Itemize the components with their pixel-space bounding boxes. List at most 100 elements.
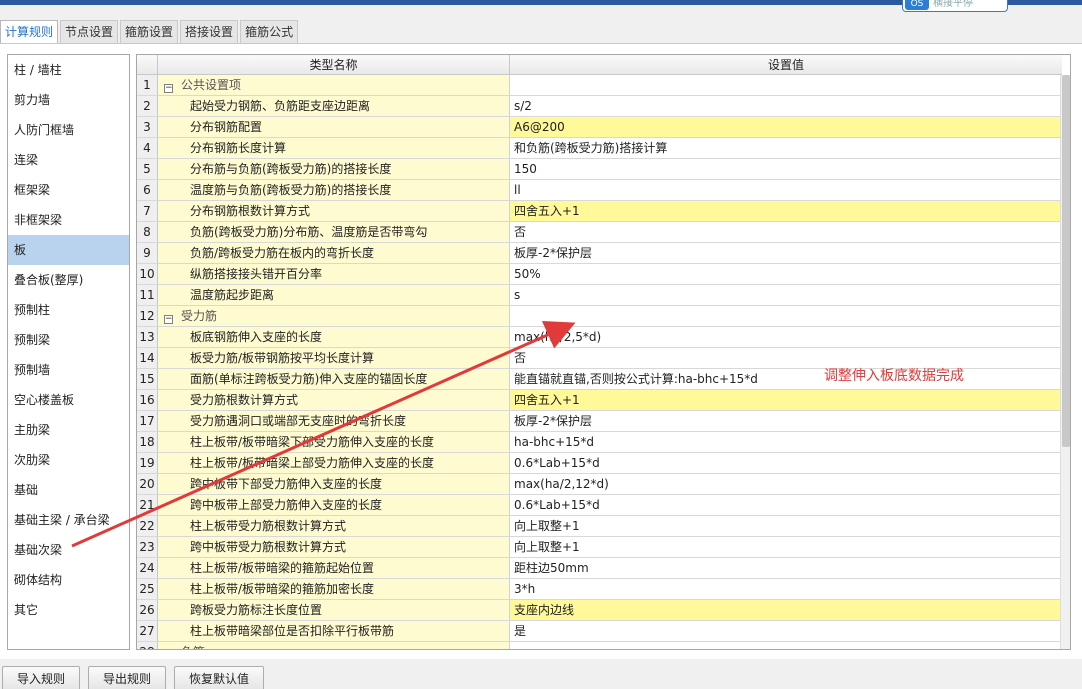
setting-value-cell[interactable]: 0.6*Lab+15*d <box>510 495 1062 515</box>
setting-value-cell[interactable]: 板厚-2*保护层 <box>510 411 1062 431</box>
type-name-text: 柱上板带/板带暗梁上部受力筋伸入支座的长度 <box>190 456 435 470</box>
table-row[interactable]: 3 分布钢筋配置 A6@200 <box>137 117 1062 138</box>
export-rules-button[interactable]: 导出规则 <box>88 666 167 689</box>
table-row[interactable]: 8 负筋(跨板受力筋)分布筋、温度筋是否带弯勾 否 <box>137 222 1062 243</box>
table-row[interactable]: 26 跨板受力筋标注长度位置 支座内边线 <box>137 600 1062 621</box>
sidebar-item[interactable]: 人防门框墙 <box>8 115 129 145</box>
sidebar-item[interactable]: 次肋梁 <box>8 445 129 475</box>
setting-value-cell[interactable]: 否 <box>510 222 1062 242</box>
table-row[interactable]: 2 起始受力钢筋、负筋距支座边距离 s/2 <box>137 96 1062 117</box>
sidebar-item[interactable]: 主肋梁 <box>8 415 129 445</box>
badge-logo-icon: OS <box>905 0 929 10</box>
collapse-icon[interactable]: − <box>164 84 173 93</box>
table-row[interactable]: 1− 公共设置项 <box>137 75 1062 96</box>
type-name-text: 温度筋起步距离 <box>190 288 275 302</box>
restore-defaults-button[interactable]: 恢复默认值 <box>174 666 265 689</box>
setting-value-cell[interactable]: 四舍五入+1 <box>510 390 1062 410</box>
table-row[interactable]: 9 负筋/跨板受力筋在板内的弯折长度 板厚-2*保护层 <box>137 243 1062 264</box>
table-row[interactable]: 22 柱上板带受力筋根数计算方式 向上取整+1 <box>137 516 1062 537</box>
setting-value-cell[interactable]: 向上取整+1 <box>510 516 1062 536</box>
table-row[interactable]: 16 受力筋根数计算方式 四舍五入+1 <box>137 390 1062 411</box>
table-row[interactable]: 6 温度筋与负筋(跨板受力筋)的搭接长度 ll <box>137 180 1062 201</box>
type-name-text: 跨中板带受力筋根数计算方式 <box>190 540 347 554</box>
sidebar-item[interactable]: 非框架梁 <box>8 205 129 235</box>
sidebar-item[interactable]: 砌体结构 <box>8 565 129 595</box>
group-header-cell[interactable]: −负筋 <box>158 642 510 649</box>
setting-value-cell[interactable]: 和负筋(跨板受力筋)搭接计算 <box>510 138 1062 158</box>
setting-value-cell[interactable] <box>510 75 1062 95</box>
table-row[interactable]: 27 柱上板带暗梁部位是否扣除平行板带筋 是 <box>137 621 1062 642</box>
setting-value-cell[interactable]: 支座内边线 <box>510 600 1062 620</box>
tab-0[interactable]: 计算规则 <box>0 20 59 44</box>
table-row[interactable]: 20 跨中板带下部受力筋伸入支座的长度 max(ha/2,12*d) <box>137 474 1062 495</box>
sidebar-item[interactable]: 空心楼盖板 <box>8 385 129 415</box>
setting-value-cell[interactable]: max(ha/2,12*d) <box>510 474 1062 494</box>
tab-4[interactable]: 箍筋公式 <box>240 20 299 43</box>
setting-value-cell[interactable]: 50% <box>510 264 1062 284</box>
table-row[interactable]: 13 板底钢筋伸入支座的长度 max(ha/2,5*d) <box>137 327 1062 348</box>
setting-value-cell[interactable] <box>510 306 1062 326</box>
table-row[interactable]: 23 跨中板带受力筋根数计算方式 向上取整+1 <box>137 537 1062 558</box>
table-row[interactable]: 7 分布钢筋根数计算方式 四舍五入+1 <box>137 201 1062 222</box>
sidebar-item[interactable]: 预制柱 <box>8 295 129 325</box>
sidebar-item[interactable]: 剪力墙 <box>8 85 129 115</box>
table-row[interactable]: 18 柱上板带/板带暗梁下部受力筋伸入支座的长度 ha-bhc+15*d <box>137 432 1062 453</box>
tab-1[interactable]: 节点设置 <box>60 20 119 43</box>
table-row[interactable]: 12− 受力筋 <box>137 306 1062 327</box>
table-row[interactable]: 24 柱上板带/板带暗梁的箍筋起始位置 距柱边50mm <box>137 558 1062 579</box>
sidebar-item[interactable]: 预制墙 <box>8 355 129 385</box>
sidebar-item[interactable]: 柱 / 墙柱 <box>8 55 129 85</box>
setting-value-cell[interactable] <box>510 642 1062 649</box>
setting-value-cell[interactable]: 是 <box>510 621 1062 641</box>
import-rules-button[interactable]: 导入规则 <box>2 666 81 689</box>
setting-value-cell[interactable]: max(ha/2,5*d) <box>510 327 1062 347</box>
setting-value-cell[interactable]: 150 <box>510 159 1062 179</box>
sidebar-item[interactable]: 基础 <box>8 475 129 505</box>
setting-value-cell[interactable]: 距柱边50mm <box>510 558 1062 578</box>
sidebar-item[interactable]: 其它 <box>8 595 129 625</box>
table-row[interactable]: 10 纵筋搭接接头错开百分率 50% <box>137 264 1062 285</box>
setting-value-cell[interactable]: ha-bhc+15*d <box>510 432 1062 452</box>
sidebar-item[interactable]: 预制梁 <box>8 325 129 355</box>
table-row[interactable]: 5 分布筋与负筋(跨板受力筋)的搭接长度 150 <box>137 159 1062 180</box>
setting-value-cell[interactable]: 能直锚就直锚,否则按公式计算:ha-bhc+15*d <box>510 369 1062 389</box>
type-name-cell: 柱上板带受力筋根数计算方式 <box>158 516 510 536</box>
setting-value-cell[interactable]: s/2 <box>510 96 1062 116</box>
group-header-cell[interactable]: − 受力筋 <box>158 306 510 326</box>
setting-value-cell[interactable]: 向上取整+1 <box>510 537 1062 557</box>
table-row[interactable]: 4 分布钢筋长度计算 和负筋(跨板受力筋)搭接计算 <box>137 138 1062 159</box>
table-row[interactable]: 11 温度筋起步距离 s <box>137 285 1062 306</box>
sidebar-item[interactable]: 框架梁 <box>8 175 129 205</box>
setting-value-cell[interactable]: 0.6*Lab+15*d <box>510 453 1062 473</box>
table-row[interactable]: 21 跨中板带上部受力筋伸入支座的长度 0.6*Lab+15*d <box>137 495 1062 516</box>
table-row[interactable]: 17 受力筋遇洞口或端部无支座时的弯折长度 板厚-2*保护层 <box>137 411 1062 432</box>
row-number: 25 <box>137 579 158 599</box>
tab-3[interactable]: 搭接设置 <box>180 20 239 43</box>
sidebar-item[interactable]: 板 <box>8 235 129 265</box>
table-row[interactable]: 28−负筋 <box>137 642 1062 649</box>
grid-vertical-scrollbar[interactable] <box>1060 75 1070 649</box>
setting-value-cell[interactable]: A6@200 <box>510 117 1062 137</box>
setting-value-cell[interactable]: 否 <box>510 348 1062 368</box>
collapse-icon[interactable]: − <box>164 315 173 324</box>
sidebar-item[interactable]: 叠合板(整厚) <box>8 265 129 295</box>
sidebar-item[interactable]: 基础主梁 / 承台梁 <box>8 505 129 535</box>
top-badge[interactable]: OS 横接平停 <box>902 0 1008 12</box>
header-type-name[interactable]: 类型名称 <box>158 55 510 74</box>
row-number: 1 <box>137 75 158 95</box>
type-name-text: 受力筋遇洞口或端部无支座时的弯折长度 <box>190 414 407 428</box>
table-row[interactable]: 25 柱上板带/板带暗梁的箍筋加密长度 3*h <box>137 579 1062 600</box>
table-row[interactable]: 19 柱上板带/板带暗梁上部受力筋伸入支座的长度 0.6*Lab+15*d <box>137 453 1062 474</box>
tab-2[interactable]: 箍筋设置 <box>120 20 179 43</box>
scrollbar-thumb[interactable] <box>1062 75 1070 447</box>
sidebar-item[interactable]: 基础次梁 <box>8 535 129 565</box>
setting-value-cell[interactable]: ll <box>510 180 1062 200</box>
setting-value-cell[interactable]: 3*h <box>510 579 1062 599</box>
header-setting-value[interactable]: 设置值 <box>510 55 1062 74</box>
row-number: 7 <box>137 201 158 221</box>
group-header-cell[interactable]: − 公共设置项 <box>158 75 510 95</box>
sidebar-item[interactable]: 连梁 <box>8 145 129 175</box>
setting-value-cell[interactable]: 四舍五入+1 <box>510 201 1062 221</box>
setting-value-cell[interactable]: 板厚-2*保护层 <box>510 243 1062 263</box>
setting-value-cell[interactable]: s <box>510 285 1062 305</box>
